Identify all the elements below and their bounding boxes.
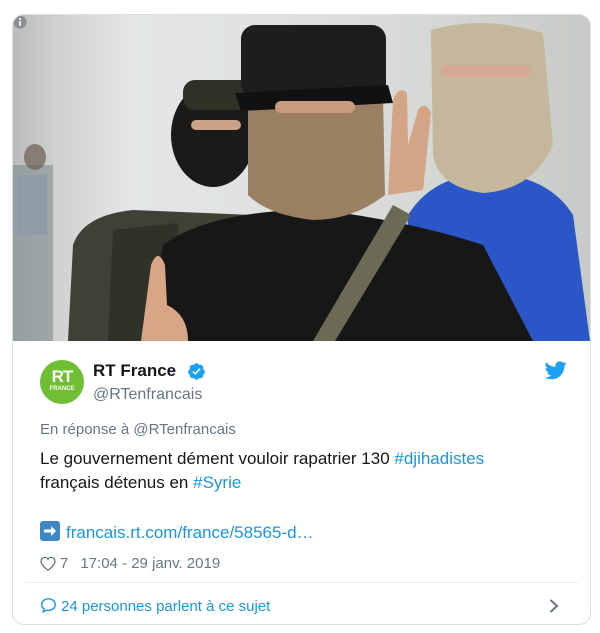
tweet-photo[interactable] [13,15,590,341]
tweet-link[interactable]: francais.rt.com/france/58565-d… [40,521,314,545]
avatar-logo-text: RT [51,367,74,386]
avatar-logo-subtext: FRANCE [49,386,75,392]
divider [25,582,578,583]
link-url[interactable]: francais.rt.com/france/58565-d… [66,523,314,542]
reply-context: En réponse à @RTenfrancais [40,421,236,438]
tweet-meta: 7 17:04 - 29 janv. 2019 [40,555,220,573]
hashtag-djihadistes[interactable]: #djihadistes [394,449,484,468]
photo-illustration [13,23,590,341]
hashtag-syrie[interactable]: #Syrie [193,473,241,492]
likes-count: 7 [60,555,69,572]
speech-bubble-icon [41,598,56,614]
timestamp[interactable]: 17:04 - 29 janv. 2019 [80,555,220,572]
tweet-text-part2: français détenus en [40,473,194,492]
tweet-text-part1: Le gouvernement dément vouloir rapatrier… [40,449,395,468]
verified-icon [188,363,205,380]
author-name[interactable]: RT France [93,361,176,381]
chevron-right-icon[interactable] [549,599,559,613]
avatar[interactable]: RT FRANCE [40,360,84,404]
heart-icon[interactable] [40,556,56,571]
author-handle[interactable]: @RTenfrancais [93,385,202,405]
like-button[interactable]: 7 [40,555,68,572]
tweet-text: Le gouvernement dément vouloir rapatrier… [40,447,560,495]
info-icon[interactable] [13,15,27,29]
conversation-label[interactable]: 24 personnes parlent à ce sujet [61,598,270,615]
tweet-card: RT FRANCE RT France @RTenfrancais En rép… [12,14,591,625]
twitter-bird-icon[interactable] [545,361,567,380]
conversation-link[interactable]: 24 personnes parlent à ce sujet [40,597,270,616]
link-arrow-icon [40,521,60,541]
